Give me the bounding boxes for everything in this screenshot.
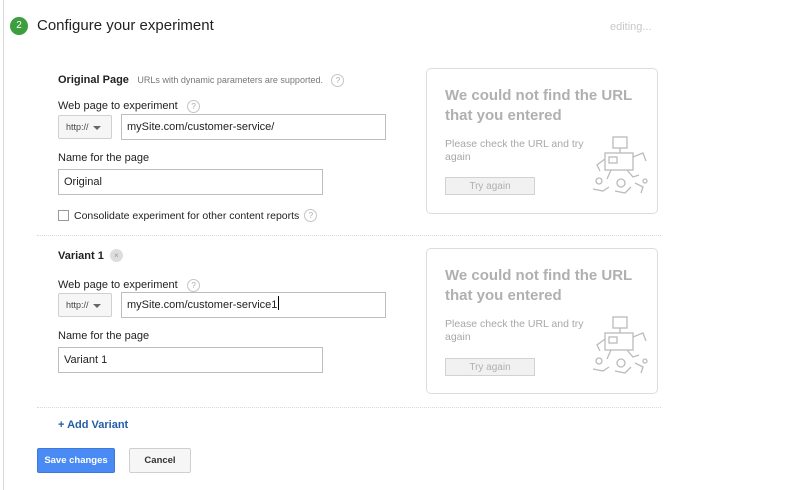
variant-url-label-row: Web page to experiment ? [58,275,201,293]
cancel-button[interactable]: Cancel [129,448,191,473]
original-page-note: URLs with dynamic parameters are support… [137,75,323,85]
section-divider [37,407,661,409]
variant-protocol-value: http:// [66,300,89,310]
variant-name-input[interactable]: Variant 1 [58,347,323,373]
preview-error-message: Please check the URL and try again [445,318,584,343]
original-protocol-value: http:// [66,122,89,132]
original-page-header: Original Page URLs with dynamic paramete… [58,70,345,88]
variant-header: Variant 1 × [58,249,123,262]
try-again-button[interactable]: Try again [445,358,535,376]
variant-preview-card: We could not find the URL that you enter… [426,248,658,394]
original-preview-card: We could not find the URL that you enter… [426,68,658,214]
original-url-label: Web page to experiment [58,100,178,112]
section-divider [37,235,661,237]
help-icon[interactable]: ? [187,279,201,292]
original-url-label-row: Web page to experiment ? [58,96,201,114]
consolidate-label: Consolidate experiment for other content… [74,209,300,222]
preview-error-title: We could not find the URL that you enter… [445,267,632,304]
text-cursor [278,296,280,310]
chevron-down-icon [93,126,101,130]
variant-name-label: Name for the page [58,330,150,342]
consolidate-checkbox[interactable] [58,210,69,221]
help-icon[interactable]: ? [304,209,318,222]
original-name-input[interactable]: Original [58,169,323,195]
consolidate-row: Consolidate experiment for other content… [58,209,318,222]
original-name-label: Name for the page [58,152,150,164]
variant-url-value: mySite.com/customer-service1 [127,299,278,311]
step-number-badge: 2 [10,17,28,35]
help-icon[interactable]: ? [331,74,345,87]
help-icon[interactable]: ? [187,100,201,113]
status-text: editing... [610,21,652,33]
preview-error-title: We could not find the URL that you enter… [445,87,632,124]
variant-title: Variant 1 [58,249,104,262]
variant-url-input[interactable]: mySite.com/customer-service1 [121,292,386,318]
original-protocol-select[interactable]: http:// [58,115,112,139]
preview-error-message: Please check the URL and try again [445,138,584,163]
variant-protocol-select[interactable]: http:// [58,293,112,317]
variant-url-label: Web page to experiment [58,279,178,291]
save-changes-button[interactable]: Save changes [37,448,115,473]
page-title: Configure your experiment [37,17,214,34]
broken-robot-icon [592,316,648,374]
original-url-input[interactable]: mySite.com/customer-service/ [121,114,386,140]
add-variant-link[interactable]: + Add Variant [58,419,128,431]
broken-robot-icon [592,136,648,194]
try-again-button[interactable]: Try again [445,177,535,195]
left-border [3,0,4,490]
remove-variant-icon[interactable]: × [109,249,123,262]
original-page-title: Original Page [58,74,129,86]
chevron-down-icon [93,304,101,308]
